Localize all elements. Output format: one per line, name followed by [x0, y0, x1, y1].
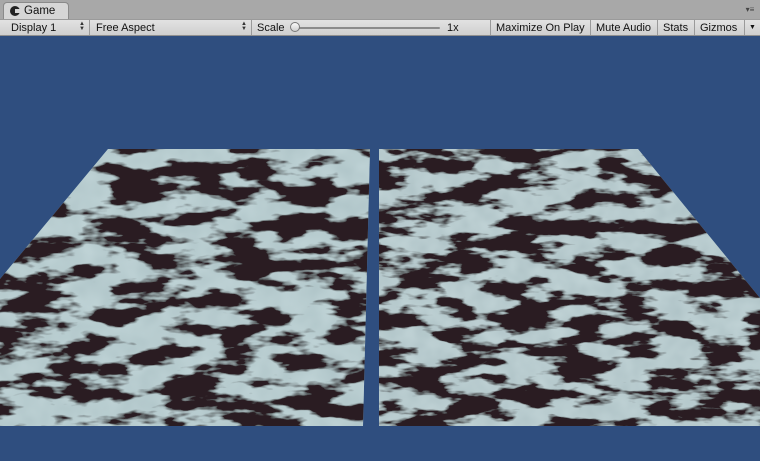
- stats-toggle[interactable]: Stats: [658, 20, 695, 35]
- scale-value: 1x: [447, 21, 459, 34]
- gizmos-dropdown[interactable]: Gizmos ▼: [695, 20, 760, 35]
- display-dropdown[interactable]: Display 1 ▲ ▼: [6, 20, 90, 35]
- scale-slider-thumb[interactable]: [290, 22, 300, 32]
- mute-audio-toggle[interactable]: Mute Audio: [591, 20, 658, 35]
- game-toolbar: Display 1 ▲ ▼ Free Aspect ▲ ▼ Scale 1x Max…: [0, 19, 760, 36]
- scale-slider-track[interactable]: [294, 27, 440, 29]
- tab-game-label: Game: [24, 5, 56, 17]
- scene-render: [0, 149, 760, 426]
- mute-audio-label: Mute Audio: [596, 21, 652, 34]
- maximize-on-play-label: Maximize On Play: [496, 21, 585, 34]
- game-viewport[interactable]: [0, 36, 760, 461]
- tab-strip: Game ▾≡: [0, 0, 760, 19]
- aspect-dropdown[interactable]: Free Aspect ▲ ▼: [91, 20, 252, 35]
- maximize-on-play-toggle[interactable]: Maximize On Play: [491, 20, 591, 35]
- chevron-down-icon[interactable]: ▼: [744, 20, 760, 35]
- game-view-icon: [10, 6, 21, 16]
- dropdown-arrows-icon: ▲ ▼: [79, 21, 85, 32]
- left-marble-plane: [0, 149, 370, 426]
- tab-game[interactable]: Game: [3, 2, 69, 19]
- scale-label: Scale: [257, 21, 285, 34]
- stats-label: Stats: [663, 21, 689, 34]
- right-marble-plane: [379, 149, 760, 426]
- dropdown-arrows-icon: ▲ ▼: [241, 21, 247, 32]
- aspect-dropdown-label: Free Aspect: [96, 21, 155, 34]
- display-dropdown-label: Display 1: [11, 21, 57, 34]
- gizmos-label: Gizmos: [700, 21, 738, 34]
- tab-menu-icon[interactable]: ▾≡: [744, 6, 756, 16]
